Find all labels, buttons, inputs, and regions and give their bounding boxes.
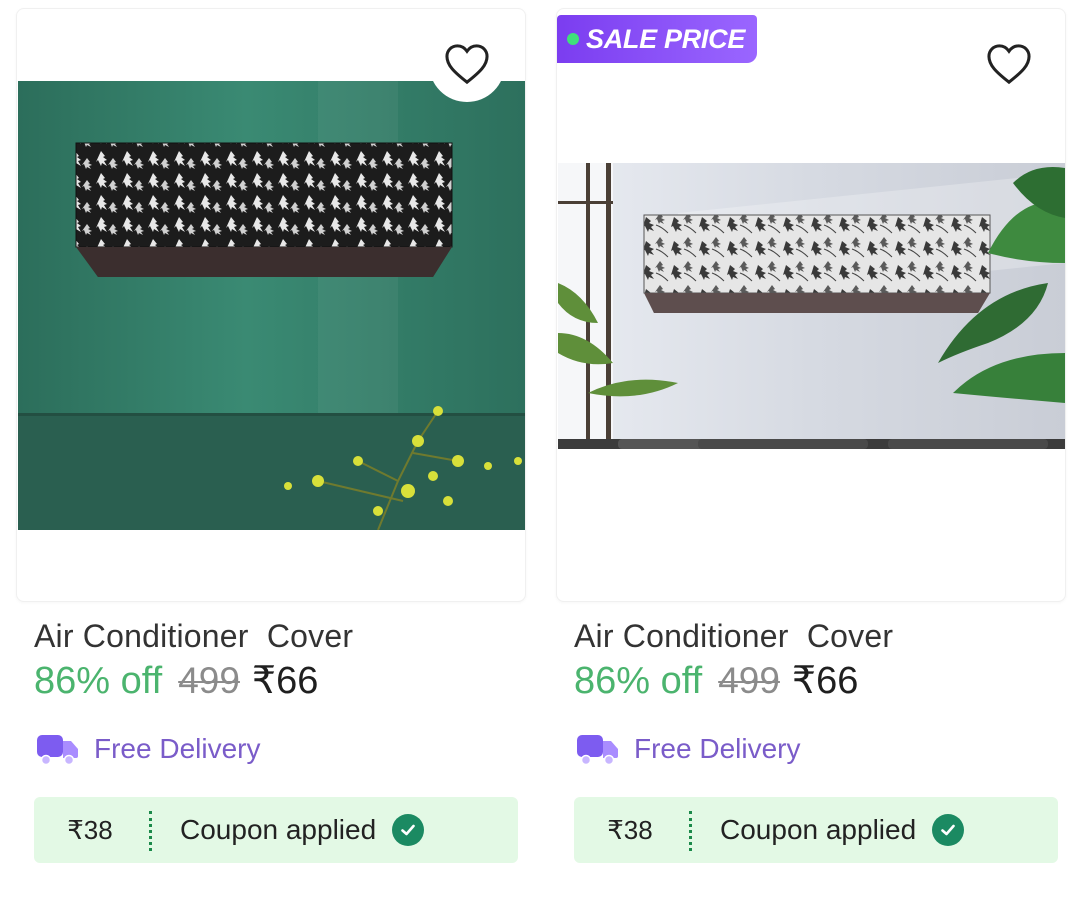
product-card[interactable]: Air Conditioner Cover 86% off 499 ₹66 Fr… [14,0,534,900]
coupon-amount: ₹38 [34,797,146,863]
badge-label: SALE PRICE [586,23,746,54]
coupon-amount: ₹38 [574,797,686,863]
check-circle-icon [392,814,425,846]
check-circle-icon [932,814,965,846]
wishlist-button[interactable] [971,26,1047,102]
delivery-text: Free Delivery [94,733,261,764]
coupon-divider [146,797,154,863]
product-image-container[interactable] [16,8,526,602]
product-title[interactable]: Air Conditioner Cover [574,618,893,655]
coupon-banner: ₹38 Coupon applied [574,797,1058,863]
product-image-container[interactable]: SALE PRICE [556,8,1066,602]
original-price: 499 [718,660,780,701]
product-image[interactable] [18,81,525,530]
heart-outline-icon [445,44,489,85]
product-grid: Air Conditioner Cover 86% off 499 ₹66 Fr… [0,0,1080,900]
delivery-info: Free Delivery [36,732,260,766]
coupon-text: Coupon applied [180,814,377,845]
heart-outline-icon [987,44,1031,85]
price-row: 86% off 499 ₹66 [34,658,318,703]
delivery-text: Free Delivery [634,733,801,764]
discount-label: 86% off [34,660,163,702]
sale-price: ₹66 [791,660,859,702]
product-card[interactable]: SALE PRICE Air Conditioner Cover 86% off… [554,0,1074,900]
coupon-text: Coupon applied [720,814,917,845]
truck-icon [37,735,78,766]
discount-label: 86% off [574,660,703,702]
sale-price: ₹66 [251,660,319,702]
status-dot [567,33,579,45]
coupon-status: Coupon applied [154,797,518,863]
price-row: 86% off 499 ₹66 [574,658,858,703]
original-price: 499 [178,660,240,701]
delivery-info: Free Delivery [576,732,800,766]
sale-price-badge: SALE PRICE [557,15,758,63]
product-image[interactable] [558,163,1065,449]
coupon-banner: ₹38 Coupon applied [34,797,518,863]
product-title[interactable]: Air Conditioner Cover [34,618,353,655]
coupon-divider [686,797,694,863]
coupon-status: Coupon applied [694,797,1058,863]
wishlist-button[interactable] [429,26,505,102]
truck-icon [577,735,618,766]
